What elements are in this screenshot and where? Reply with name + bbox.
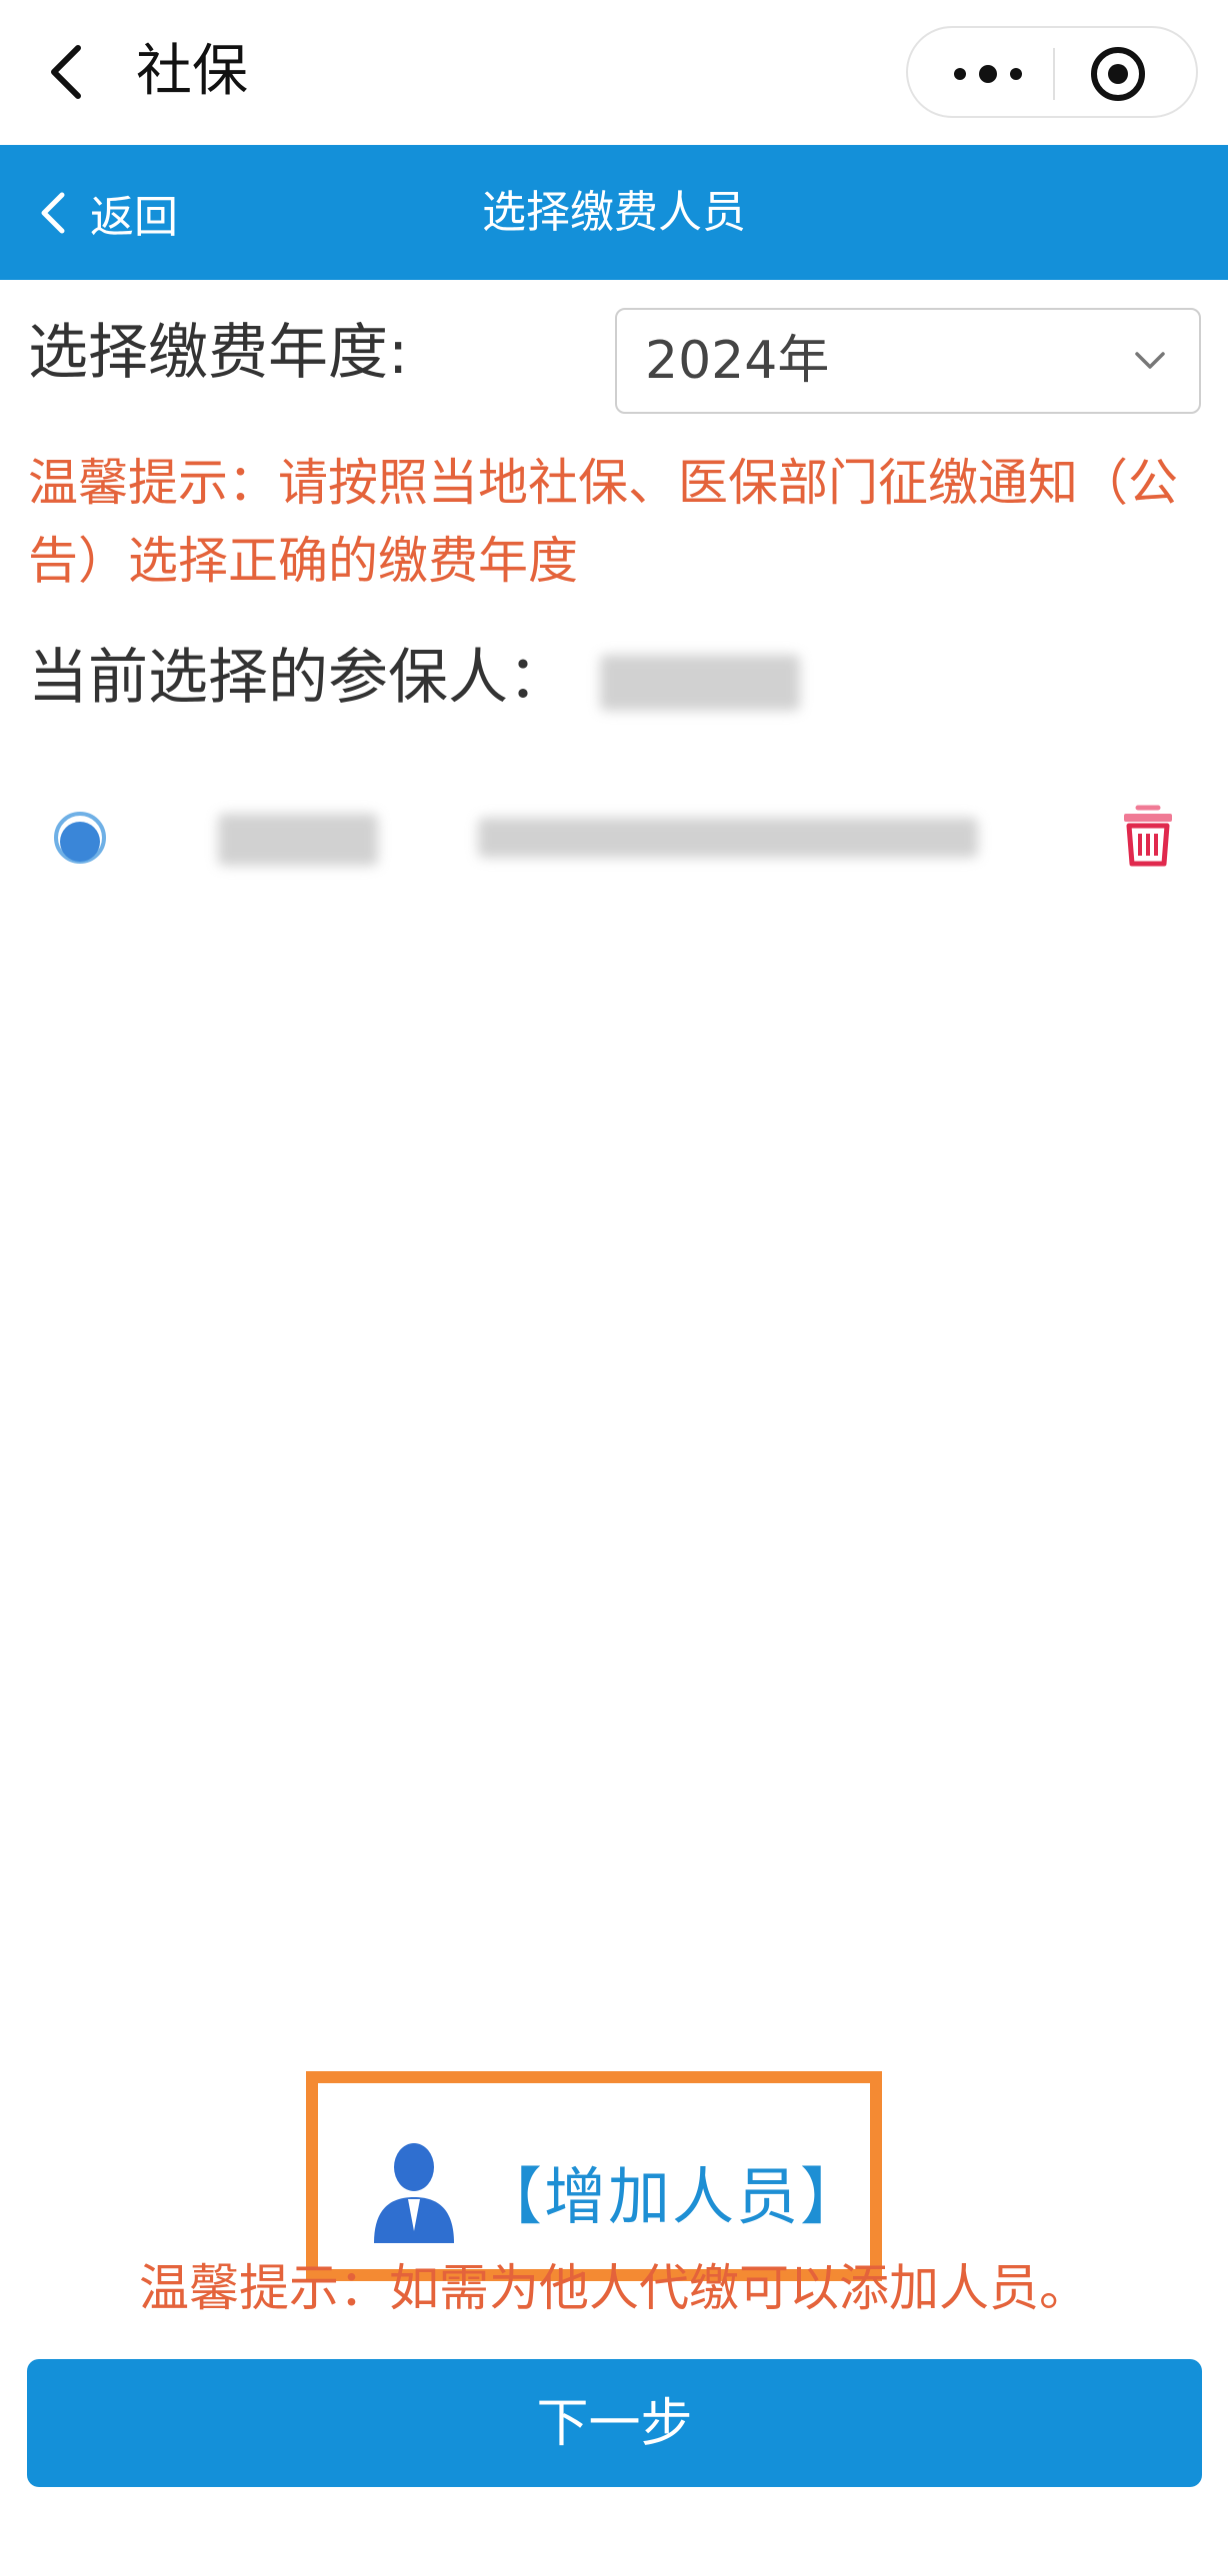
- redacted-person-name: [218, 814, 378, 866]
- back-chevron-icon[interactable]: [40, 36, 100, 108]
- tip-year-notice: 温馨提示：请按照当地社保、医保部门征缴通知（公告）选择正确的缴费年度: [28, 454, 1178, 590]
- redacted-name: [600, 655, 800, 711]
- add-person-button[interactable]: 【增加人员】: [368, 2139, 864, 2243]
- miniprogram-capsule: [906, 26, 1198, 118]
- next-step-button[interactable]: 下一步: [27, 2359, 1202, 2487]
- year-select-value: 2024年: [645, 331, 830, 391]
- year-select-dropdown[interactable]: 2024年: [615, 308, 1201, 414]
- miniprogram-title: 社保: [136, 39, 248, 104]
- more-dots-icon[interactable]: [938, 48, 1038, 100]
- person-add-icon: [374, 2143, 454, 2243]
- delete-trash-icon[interactable]: [1120, 802, 1176, 868]
- current-insured-label: 当前选择的参保人：: [28, 643, 568, 713]
- tip-proxy-payment: 温馨提示：如需为他人代缴可以添加人员。: [139, 2259, 1089, 2317]
- capsule-divider: [1053, 48, 1055, 100]
- person-avatar-icon: [54, 812, 106, 864]
- miniprogram-nav-bar: 社保: [0, 0, 1228, 145]
- page-title: 选择缴费人员: [482, 187, 746, 238]
- page-header: 返回 选择缴费人员: [0, 145, 1228, 280]
- redacted-id-number: [478, 818, 978, 858]
- year-select-label: 选择缴费年度:: [28, 318, 409, 388]
- close-target-icon[interactable]: [1088, 44, 1148, 104]
- insured-person-row: [0, 800, 1228, 880]
- add-person-label: 【增加人员】: [480, 2160, 865, 2233]
- chevron-down-icon: [1135, 352, 1165, 369]
